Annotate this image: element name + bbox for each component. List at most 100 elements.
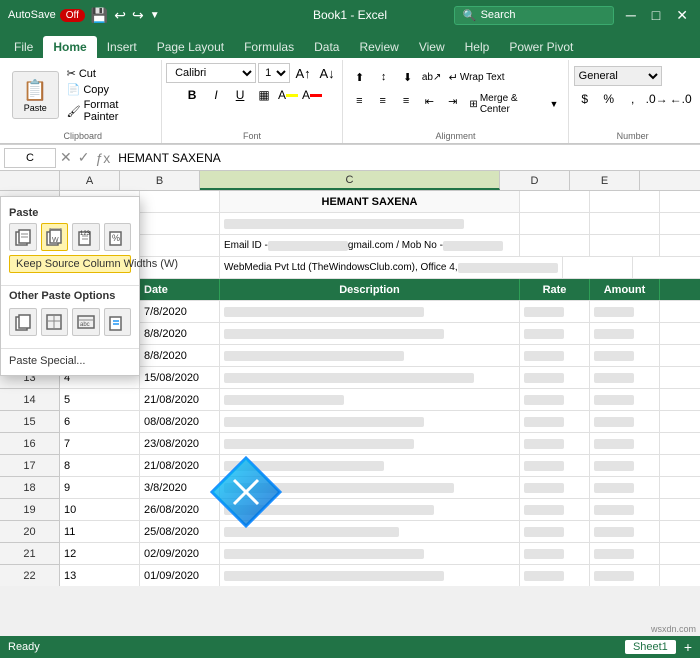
copy-button[interactable]: 📄 Copy (65, 82, 156, 97)
align-right-button[interactable]: ≡ (395, 91, 416, 111)
paste-option-4[interactable]: % (104, 223, 132, 251)
paste-option-3[interactable]: 123 (72, 223, 100, 251)
cell-reference-input[interactable] (4, 148, 56, 168)
cell-srno[interactable]: 5 (60, 389, 140, 410)
number-format-select[interactable]: General (574, 66, 662, 86)
maximize-button[interactable]: □ (648, 7, 664, 23)
currency-button[interactable]: $ (574, 89, 596, 109)
align-middle-button[interactable]: ↕ (373, 67, 395, 87)
formula-input[interactable] (114, 151, 696, 165)
cell-E8[interactable] (633, 257, 700, 278)
increase-decimal-button[interactable]: .0→ (646, 89, 668, 109)
cell-D7[interactable] (520, 235, 590, 256)
other-paste-option-2[interactable] (41, 308, 69, 336)
cell-date-header[interactable]: Date (140, 279, 220, 300)
cell-desc-header[interactable]: Description (220, 279, 520, 300)
tab-formulas[interactable]: Formulas (234, 36, 304, 58)
cell-rate[interactable] (520, 433, 590, 454)
cell-amount[interactable] (590, 389, 660, 410)
close-button[interactable]: ✕ (672, 7, 692, 24)
tab-home[interactable]: Home (43, 36, 96, 58)
underline-button[interactable]: U (229, 85, 251, 105)
redo-icon[interactable]: ↪ (132, 7, 144, 24)
cell-date[interactable]: 21/08/2020 (140, 455, 220, 476)
cell-rate[interactable] (520, 367, 590, 388)
cell-desc[interactable] (220, 433, 520, 454)
cell-D8[interactable] (563, 257, 633, 278)
cell-E7[interactable] (590, 235, 660, 256)
cell-rate[interactable] (520, 565, 590, 586)
cell-rate[interactable] (520, 499, 590, 520)
align-left-button[interactable]: ≡ (349, 91, 370, 111)
fill-color-button[interactable]: A (277, 85, 299, 105)
customize-icon[interactable]: ▼ (150, 10, 160, 21)
cell-amount[interactable] (590, 345, 660, 366)
tab-insert[interactable]: Insert (97, 36, 147, 58)
cell-rate[interactable] (520, 477, 590, 498)
paste-special-link[interactable]: Paste Special... (1, 353, 139, 369)
cell-amount[interactable] (590, 323, 660, 344)
cell-rate[interactable] (520, 323, 590, 344)
paste-button[interactable]: 📋 Paste (12, 71, 59, 119)
italic-button[interactable]: I (205, 85, 227, 105)
shape-overlay[interactable] (210, 456, 282, 528)
cell-date[interactable]: 08/08/2020 (140, 411, 220, 432)
cell-desc[interactable] (220, 389, 520, 410)
cell-date[interactable]: 23/08/2020 (140, 433, 220, 454)
wrap-text-button[interactable]: ↵ Wrap Text (445, 67, 509, 87)
cell-amount[interactable] (590, 411, 660, 432)
cell-email[interactable]: Email ID - gmail.com / Mob No - (220, 235, 520, 256)
bold-button[interactable]: B (181, 85, 203, 105)
cancel-formula-icon[interactable]: ✕ (60, 149, 72, 166)
cell-rate[interactable] (520, 411, 590, 432)
tab-view[interactable]: View (409, 36, 455, 58)
cell-B7[interactable] (140, 235, 220, 256)
cell-E5[interactable] (590, 191, 660, 212)
tab-review[interactable]: Review (349, 36, 408, 58)
cell-desc[interactable] (220, 411, 520, 432)
cell-amount[interactable] (590, 433, 660, 454)
merge-center-button[interactable]: ⊞ Merge & Center ▼ (465, 91, 562, 117)
cell-srno[interactable]: 6 (60, 411, 140, 432)
cell-B6[interactable] (140, 213, 220, 234)
cell-amount[interactable] (590, 367, 660, 388)
confirm-formula-icon[interactable]: ✓ (78, 149, 90, 166)
cell-rate[interactable] (520, 301, 590, 322)
col-header-E[interactable]: E (570, 171, 640, 190)
insert-function-icon[interactable]: ƒx (95, 150, 110, 166)
minimize-button[interactable]: ─ (622, 7, 640, 23)
cell-rate-header[interactable]: Rate (520, 279, 590, 300)
indent-less-button[interactable]: ⇤ (419, 91, 440, 111)
autosave-toggle[interactable]: Off (60, 9, 85, 22)
cell-amount-header[interactable]: Amount (590, 279, 660, 300)
cell-srno[interactable]: 9 (60, 477, 140, 498)
cell-C6[interactable] (220, 213, 520, 234)
col-header-D[interactable]: D (500, 171, 570, 190)
cell-date[interactable]: 8/8/2020 (140, 323, 220, 344)
format-painter-button[interactable]: 🖌 Format Painter (65, 98, 156, 124)
indent-more-button[interactable]: ⇥ (442, 91, 463, 111)
sheet-tab-1[interactable]: Sheet1 (625, 640, 676, 654)
decrease-decimal-button[interactable]: ←.0 (670, 89, 692, 109)
cell-date[interactable]: 8/8/2020 (140, 345, 220, 366)
cell-srno[interactable]: 8 (60, 455, 140, 476)
cell-srno[interactable]: 11 (60, 521, 140, 542)
cell-date[interactable]: 3/8/2020 (140, 477, 220, 498)
merge-dropdown-icon[interactable]: ▼ (549, 99, 558, 109)
cell-srno[interactable]: 7 (60, 433, 140, 454)
col-header-B[interactable]: B (120, 171, 200, 190)
cell-date[interactable]: 15/08/2020 (140, 367, 220, 388)
cell-desc[interactable] (220, 565, 520, 586)
tab-page-layout[interactable]: Page Layout (147, 36, 234, 58)
paste-option-2-keep-width[interactable]: W (41, 223, 69, 251)
other-paste-option-3[interactable]: abc (72, 308, 100, 336)
rotate-text-button[interactable]: ab↗ (421, 67, 443, 87)
tab-data[interactable]: Data (304, 36, 349, 58)
cell-company[interactable]: WebMedia Pvt Ltd (TheWindowsClub.com), O… (220, 257, 563, 278)
col-header-C[interactable]: C (200, 171, 500, 190)
border-button[interactable]: ▦ (253, 85, 275, 105)
decrease-font-button[interactable]: A↓ (316, 63, 338, 83)
search-box[interactable]: 🔍 Search (454, 6, 614, 25)
increase-font-button[interactable]: A↑ (292, 63, 314, 83)
cell-B5[interactable] (140, 191, 220, 212)
